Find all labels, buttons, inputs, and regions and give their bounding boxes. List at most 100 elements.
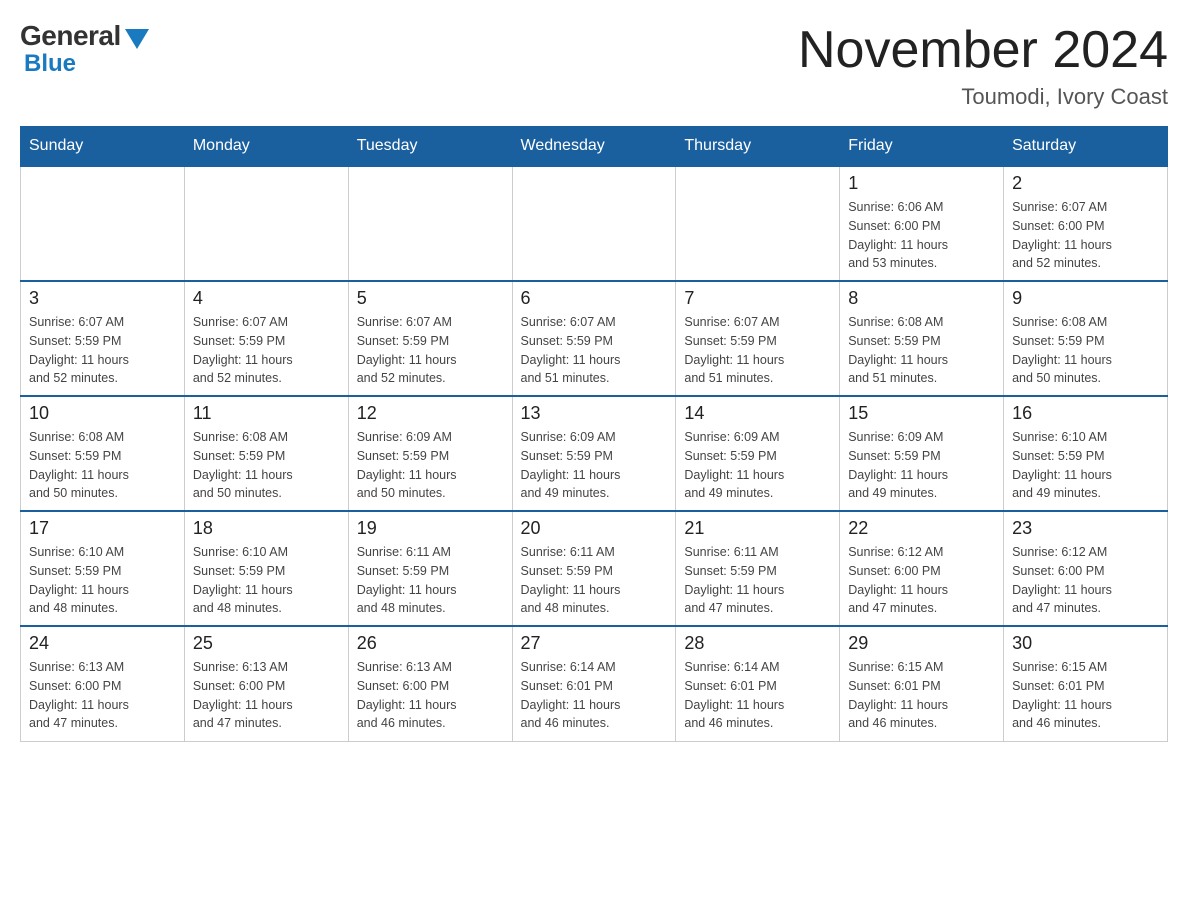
day-info: Sunrise: 6:07 AM Sunset: 5:59 PM Dayligh…	[29, 313, 176, 388]
calendar-cell: 28 Sunrise: 6:14 AM Sunset: 6:01 PM Dayli…	[676, 626, 840, 741]
day-info: Sunrise: 6:10 AM Sunset: 5:59 PM Dayligh…	[193, 543, 340, 618]
calendar-cell: 21Sunrise: 6:11 AM Sunset: 5:59 PM Dayli…	[676, 511, 840, 626]
day-info: Sunrise: 6:08 AM Sunset: 5:59 PM Dayligh…	[29, 428, 176, 503]
day-info: Sunrise: 6:07 AM Sunset: 5:59 PM Dayligh…	[193, 313, 340, 388]
day-info: Sunrise: 6:15 AM Sunset: 6:01 PM Dayligh…	[848, 658, 995, 733]
month-title: November 2024	[798, 20, 1168, 80]
calendar-week-row: 24Sunrise: 6:13 AM Sunset: 6:00 PM Dayli…	[21, 626, 1168, 741]
day-info: Sunrise: 6:09 AM Sunset: 5:59 PM Dayligh…	[848, 428, 995, 503]
day-info: Sunrise: 6:12 AM Sunset: 6:00 PM Dayligh…	[1012, 543, 1159, 618]
day-number: 6	[521, 288, 668, 309]
calendar-cell: 23 Sunrise: 6:12 AM Sunset: 6:00 PM Dayli…	[1004, 511, 1168, 626]
calendar-cell: 22Sunrise: 6:12 AM Sunset: 6:00 PM Dayli…	[840, 511, 1004, 626]
day-number: 13	[521, 403, 668, 424]
calendar-cell: 15 Sunrise: 6:09 AM Sunset: 5:59 PM Dayli…	[840, 396, 1004, 511]
calendar-cell: 12 Sunrise: 6:09 AM Sunset: 5:59 PM Dayli…	[348, 396, 512, 511]
weekday-header-wednesday: Wednesday	[512, 127, 676, 167]
day-info: Sunrise: 6:14 AM Sunset: 6:01 PM Dayligh…	[521, 658, 668, 733]
day-number: 16	[1012, 403, 1159, 424]
day-number: 23	[1012, 518, 1159, 539]
calendar-cell: 18 Sunrise: 6:10 AM Sunset: 5:59 PM Dayli…	[184, 511, 348, 626]
day-info: Sunrise: 6:06 AM Sunset: 6:00 PM Dayligh…	[848, 198, 995, 273]
day-number: 10	[29, 403, 176, 424]
calendar-cell: 8 Sunrise: 6:08 AM Sunset: 5:59 PM Daylig…	[840, 281, 1004, 396]
day-number: 18	[193, 518, 340, 539]
calendar-cell: 29Sunrise: 6:15 AM Sunset: 6:01 PM Dayli…	[840, 626, 1004, 741]
day-info: Sunrise: 6:07 AM Sunset: 5:59 PM Dayligh…	[521, 313, 668, 388]
day-number: 3	[29, 288, 176, 309]
calendar-cell: 13 Sunrise: 6:09 AM Sunset: 5:59 PM Dayli…	[512, 396, 676, 511]
day-info: Sunrise: 6:13 AM Sunset: 6:00 PM Dayligh…	[357, 658, 504, 733]
logo: General Blue	[20, 20, 149, 78]
calendar-cell: 14Sunrise: 6:09 AM Sunset: 5:59 PM Dayli…	[676, 396, 840, 511]
calendar-cell: 17Sunrise: 6:10 AM Sunset: 5:59 PM Dayli…	[21, 511, 185, 626]
day-number: 28	[684, 633, 831, 654]
day-number: 14	[684, 403, 831, 424]
calendar-cell: 10 Sunrise: 6:08 AM Sunset: 5:59 PM Dayli…	[21, 396, 185, 511]
weekday-header-sunday: Sunday	[21, 127, 185, 167]
calendar-cell: 19Sunrise: 6:11 AM Sunset: 5:59 PM Dayli…	[348, 511, 512, 626]
calendar-cell: 7Sunrise: 6:07 AM Sunset: 5:59 PM Daylig…	[676, 281, 840, 396]
logo-triangle-icon	[125, 29, 149, 49]
day-number: 25	[193, 633, 340, 654]
day-info: Sunrise: 6:07 AM Sunset: 5:59 PM Dayligh…	[357, 313, 504, 388]
logo-general-text: General	[20, 20, 121, 52]
day-number: 12	[357, 403, 504, 424]
weekday-header-friday: Friday	[840, 127, 1004, 167]
logo-blue-text: Blue	[24, 50, 76, 78]
day-info: Sunrise: 6:08 AM Sunset: 5:59 PM Dayligh…	[848, 313, 995, 388]
day-info: Sunrise: 6:07 AM Sunset: 6:00 PM Dayligh…	[1012, 198, 1159, 273]
calendar-cell: 1Sunrise: 6:06 AM Sunset: 6:00 PM Daylig…	[840, 166, 1004, 281]
day-info: Sunrise: 6:13 AM Sunset: 6:00 PM Dayligh…	[193, 658, 340, 733]
calendar-cell: 16Sunrise: 6:10 AM Sunset: 5:59 PM Dayli…	[1004, 396, 1168, 511]
page-header: General Blue November 2024 Toumodi, Ivor…	[20, 20, 1168, 110]
calendar-cell	[348, 166, 512, 281]
day-number: 30	[1012, 633, 1159, 654]
calendar-week-row: 3 Sunrise: 6:07 AM Sunset: 5:59 PM Daylig…	[21, 281, 1168, 396]
day-number: 5	[357, 288, 504, 309]
day-info: Sunrise: 6:08 AM Sunset: 5:59 PM Dayligh…	[193, 428, 340, 503]
title-block: November 2024 Toumodi, Ivory Coast	[798, 20, 1168, 110]
weekday-header-monday: Monday	[184, 127, 348, 167]
calendar-cell: 9 Sunrise: 6:08 AM Sunset: 5:59 PM Daylig…	[1004, 281, 1168, 396]
calendar-cell	[21, 166, 185, 281]
day-info: Sunrise: 6:09 AM Sunset: 5:59 PM Dayligh…	[521, 428, 668, 503]
day-info: Sunrise: 6:10 AM Sunset: 5:59 PM Dayligh…	[29, 543, 176, 618]
calendar-cell: 27 Sunrise: 6:14 AM Sunset: 6:01 PM Dayli…	[512, 626, 676, 741]
day-number: 11	[193, 403, 340, 424]
day-info: Sunrise: 6:11 AM Sunset: 5:59 PM Dayligh…	[521, 543, 668, 618]
day-info: Sunrise: 6:13 AM Sunset: 6:00 PM Dayligh…	[29, 658, 176, 733]
day-info: Sunrise: 6:14 AM Sunset: 6:01 PM Dayligh…	[684, 658, 831, 733]
calendar-cell: 26 Sunrise: 6:13 AM Sunset: 6:00 PM Dayli…	[348, 626, 512, 741]
calendar-cell	[184, 166, 348, 281]
day-number: 4	[193, 288, 340, 309]
day-number: 9	[1012, 288, 1159, 309]
calendar-cell: 30 Sunrise: 6:15 AM Sunset: 6:01 PM Dayli…	[1004, 626, 1168, 741]
location-text: Toumodi, Ivory Coast	[798, 84, 1168, 110]
day-number: 27	[521, 633, 668, 654]
calendar-cell	[676, 166, 840, 281]
day-number: 8	[848, 288, 995, 309]
weekday-header-tuesday: Tuesday	[348, 127, 512, 167]
day-info: Sunrise: 6:11 AM Sunset: 5:59 PM Dayligh…	[357, 543, 504, 618]
calendar-header-row: SundayMondayTuesdayWednesdayThursdayFrid…	[21, 127, 1168, 167]
calendar-cell: 6 Sunrise: 6:07 AM Sunset: 5:59 PM Daylig…	[512, 281, 676, 396]
weekday-header-thursday: Thursday	[676, 127, 840, 167]
calendar-week-row: 10 Sunrise: 6:08 AM Sunset: 5:59 PM Dayli…	[21, 396, 1168, 511]
day-number: 21	[684, 518, 831, 539]
calendar-cell: 5 Sunrise: 6:07 AM Sunset: 5:59 PM Daylig…	[348, 281, 512, 396]
day-number: 7	[684, 288, 831, 309]
calendar-cell: 3 Sunrise: 6:07 AM Sunset: 5:59 PM Daylig…	[21, 281, 185, 396]
calendar-cell: 25 Sunrise: 6:13 AM Sunset: 6:00 PM Dayli…	[184, 626, 348, 741]
weekday-header-saturday: Saturday	[1004, 127, 1168, 167]
calendar-cell: 4 Sunrise: 6:07 AM Sunset: 5:59 PM Daylig…	[184, 281, 348, 396]
day-info: Sunrise: 6:09 AM Sunset: 5:59 PM Dayligh…	[357, 428, 504, 503]
day-info: Sunrise: 6:08 AM Sunset: 5:59 PM Dayligh…	[1012, 313, 1159, 388]
calendar-cell: 2 Sunrise: 6:07 AM Sunset: 6:00 PM Daylig…	[1004, 166, 1168, 281]
day-number: 2	[1012, 173, 1159, 194]
day-number: 26	[357, 633, 504, 654]
calendar-cell: 24Sunrise: 6:13 AM Sunset: 6:00 PM Dayli…	[21, 626, 185, 741]
day-number: 22	[848, 518, 995, 539]
day-info: Sunrise: 6:15 AM Sunset: 6:01 PM Dayligh…	[1012, 658, 1159, 733]
day-number: 15	[848, 403, 995, 424]
